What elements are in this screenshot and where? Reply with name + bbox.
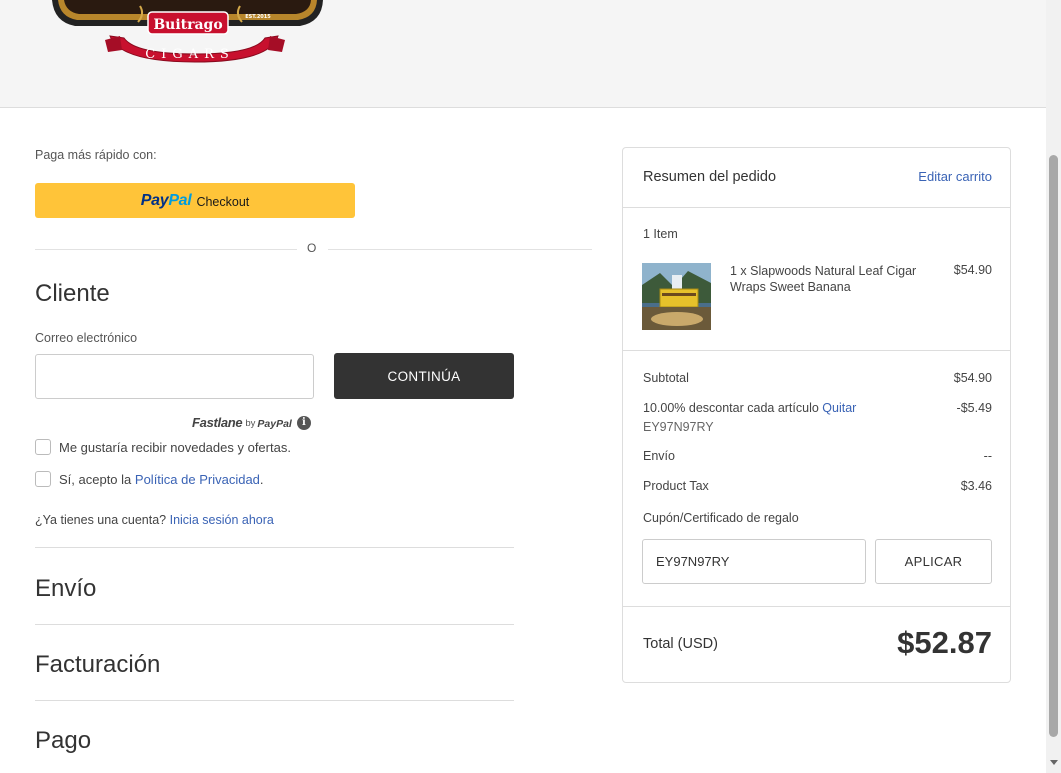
remove-discount-link[interactable]: Quitar — [822, 401, 856, 415]
summary-divider — [623, 606, 1010, 607]
subtotal-label: Subtotal — [643, 371, 689, 385]
order-summary-title: Resumen del pedido — [643, 169, 777, 185]
tax-label: Product Tax — [643, 479, 709, 493]
total-label: Total (USD) — [643, 636, 718, 652]
paypal-checkout-button[interactable]: PayPal Checkout — [35, 183, 355, 218]
discount-row: 10.00% descontar cada artículo Quitar — [643, 401, 856, 415]
coupon-field[interactable] — [642, 539, 866, 584]
logo-sub-text: CIGARS — [145, 47, 235, 62]
privacy-policy-link[interactable]: Política de Privacidad — [135, 472, 260, 487]
shipping-value: -- — [983, 449, 992, 463]
info-icon[interactable]: i — [296, 415, 311, 430]
privacy-prefix: Sí, acepto la — [59, 471, 132, 487]
billing-section-title: Facturación — [35, 651, 161, 678]
signin-link[interactable]: Inicia sesión ahora — [170, 513, 274, 527]
fastlane-badge: Fastlane by PayPal i — [192, 415, 311, 430]
store-logo[interactable]: Buitrago EST.2015 CIGARS — [50, 0, 325, 64]
page-header: Buitrago EST.2015 CIGARS — [0, 0, 1046, 108]
edit-cart-link[interactable]: Editar carrito — [918, 169, 992, 184]
express-checkout-label: Paga más rápido con: — [35, 148, 157, 162]
privacy-suffix: . — [259, 471, 264, 487]
paypal-logo: PayPal — [141, 192, 192, 210]
payment-section-title: Pago — [35, 727, 92, 754]
newsletter-option[interactable]: Me gustaría recibir novedades y ofertas. — [35, 439, 291, 455]
continue-button[interactable]: CONTINÚA — [334, 353, 514, 399]
shipping-label: Envío — [643, 449, 675, 463]
email-field[interactable] — [35, 354, 314, 399]
section-divider — [35, 547, 514, 548]
or-separator: O — [307, 241, 317, 255]
divider-left — [35, 249, 297, 250]
product-name: 1 x Slapwoods Natural Leaf Cigar Wraps S… — [730, 264, 917, 294]
discount-value: -$5.49 — [956, 401, 992, 415]
paypal-logo-pay: Pay — [140, 191, 169, 209]
section-divider — [35, 624, 514, 625]
scrollbar-thumb[interactable] — [1049, 155, 1058, 737]
fastlane-paypal: PayPal — [257, 417, 292, 430]
coupon-label: Cupón/Certificado de regalo — [643, 511, 799, 525]
discount-label: 10.00% descontar cada artículo — [643, 401, 819, 415]
section-divider — [35, 700, 514, 701]
divider-right — [328, 249, 592, 250]
paypal-checkout-label: Checkout — [196, 194, 250, 209]
order-summary: Resumen del pedido Editar carrito 1 Item… — [622, 147, 1011, 683]
logo-est-text: EST.2015 — [245, 14, 271, 20]
email-label: Correo electrónico — [35, 331, 138, 345]
apply-coupon-button[interactable]: APLICAR — [875, 539, 992, 584]
shipping-section-title: Envío — [35, 575, 97, 602]
fastlane-wordmark: Fastlane — [192, 415, 243, 430]
privacy-checkbox[interactable] — [35, 471, 51, 487]
subtotal-value: $54.90 — [953, 371, 992, 385]
account-prompt: ¿Ya tienes una cuenta? Inicia sesión aho… — [35, 513, 274, 527]
account-question: ¿Ya tienes una cuenta? — [35, 513, 167, 527]
product-price: $54.90 — [953, 263, 992, 277]
newsletter-checkbox[interactable] — [35, 439, 51, 455]
privacy-option[interactable]: Sí, acepto la Política de Privacidad. — [35, 471, 264, 487]
discount-code: EY97N97RY — [643, 420, 714, 434]
total-value: $52.87 — [897, 625, 992, 660]
tax-value: $3.46 — [960, 479, 992, 493]
items-count: 1 Item — [643, 227, 678, 241]
summary-divider — [623, 350, 1010, 351]
scroll-down-arrow-icon[interactable] — [1050, 760, 1058, 765]
paypal-logo-pal: Pal — [168, 191, 192, 209]
newsletter-label: Me gustaría recibir novedades y ofertas. — [59, 439, 291, 455]
logo-brand-text: Buitrago — [153, 17, 222, 33]
fastlane-by: by — [245, 418, 256, 429]
product-image — [642, 263, 711, 330]
customer-section-title: Cliente — [35, 280, 110, 307]
summary-divider — [623, 207, 1010, 208]
